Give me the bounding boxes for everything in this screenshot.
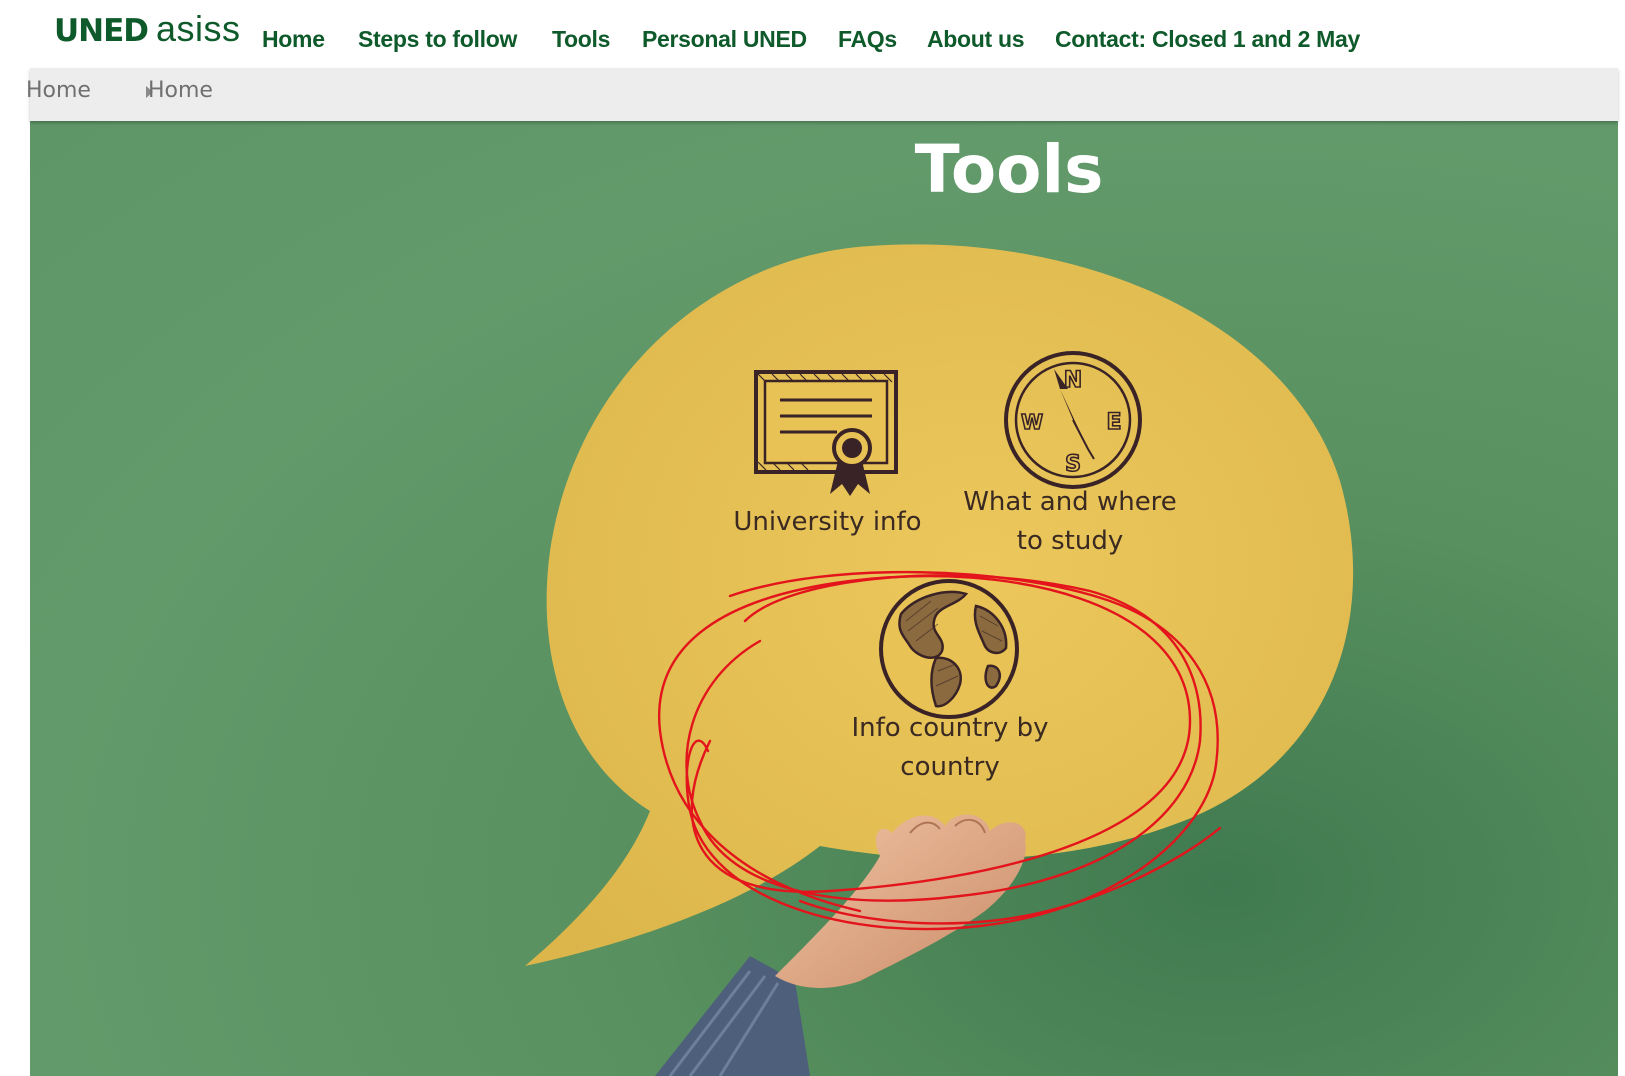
svg-text:E: E	[1106, 410, 1121, 435]
logo-uned-text: UNED	[54, 13, 149, 49]
compass-icon[interactable]: N S W E	[1002, 349, 1144, 491]
top-navigation: UNED asiss Home Steps to follow Tools Pe…	[0, 0, 1625, 68]
nav-faqs[interactable]: FAQs	[838, 26, 897, 53]
nav-steps-to-follow[interactable]: Steps to follow	[358, 26, 517, 53]
logo-asiss-text: asiss	[156, 8, 241, 49]
nav-tools[interactable]: Tools	[552, 26, 610, 53]
tool-university-info[interactable]: University info	[720, 503, 935, 542]
breadcrumb-item-current: Home	[148, 78, 213, 103]
svg-text:S: S	[1065, 452, 1081, 477]
certificate-icon[interactable]	[752, 366, 902, 506]
tools-hero-banner: Tools University info N S W E What and w…	[30, 121, 1618, 1076]
tool-info-country-by-country[interactable]: Info country by country	[840, 709, 1060, 787]
nav-about-us[interactable]: About us	[927, 26, 1025, 53]
nav-contact[interactable]: Contact: Closed 1 and 2 May	[1055, 26, 1360, 53]
page-title: Tools	[914, 131, 1104, 208]
breadcrumb-item-home[interactable]: Home	[26, 78, 91, 103]
globe-icon[interactable]	[876, 576, 1022, 722]
svg-text:W: W	[1021, 410, 1043, 434]
hero-illustration	[525, 244, 1354, 1076]
breadcrumb: Home Home	[26, 68, 1618, 121]
nav-personal-uned[interactable]: Personal UNED	[642, 26, 807, 53]
tool-what-and-where-to-study[interactable]: What and where to study	[960, 483, 1180, 561]
uned-asiss-logo[interactable]: UNED asiss	[54, 8, 241, 58]
nav-home[interactable]: Home	[262, 26, 325, 53]
svg-text:N: N	[1064, 368, 1082, 393]
